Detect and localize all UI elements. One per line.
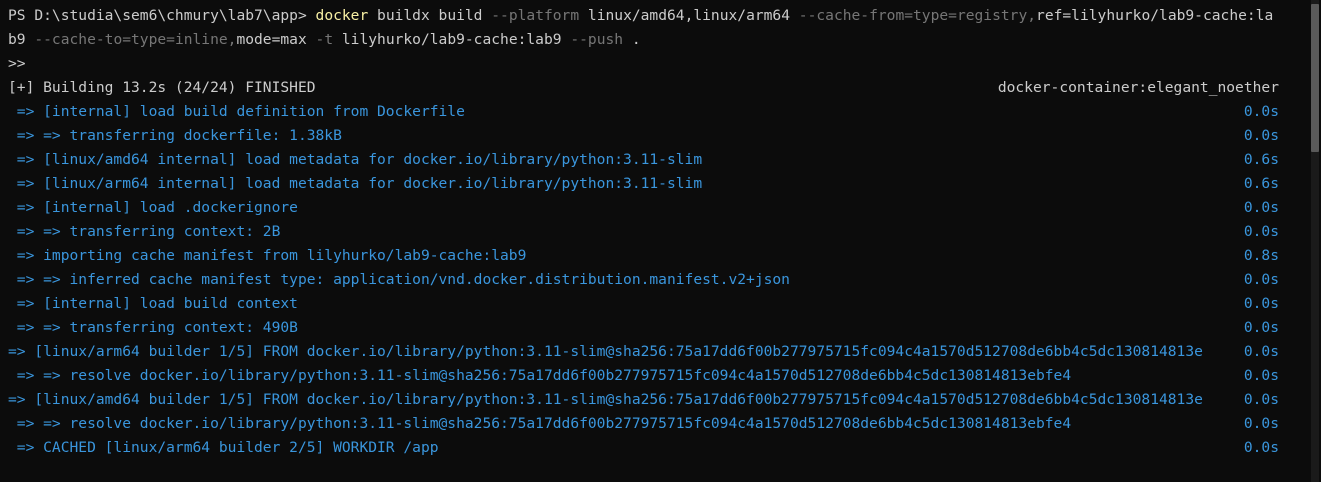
build-status-header: [+] Building 13.2s (24/24) FINISHED dock… <box>8 76 1297 100</box>
build-step-text: => [linux/amd64 internal] load metadata … <box>8 151 703 168</box>
build-step-row: => => resolve docker.io/library/python:3… <box>8 364 1297 388</box>
flag-platform: --platform <box>491 7 580 24</box>
build-step-time: 0.0s <box>1243 319 1279 336</box>
build-step-text: => => resolve docker.io/library/python:3… <box>8 367 1072 384</box>
build-step-row: => => resolve docker.io/library/python:3… <box>8 412 1297 436</box>
build-step-row: => CACHED [linux/arm64 builder 2/5] WORK… <box>8 436 1297 460</box>
build-step-row: => [linux/arm64 internal] load metadata … <box>8 172 1297 196</box>
build-step-text: => [internal] load build context <box>8 295 298 312</box>
prompt: PS D:\studia\sem6\chmury\lab7\app> <box>8 7 316 24</box>
terminal-window[interactable]: PS D:\studia\sem6\chmury\lab7\app> docke… <box>0 0 1321 482</box>
ref-continuation: b9 <box>8 31 26 48</box>
build-step-text: => => inferred cache manifest type: appl… <box>8 271 790 288</box>
build-step-time: 0.0s <box>1243 391 1279 408</box>
build-step-text: => => transferring dockerfile: 1.38kB <box>8 127 342 144</box>
build-step-time: 0.0s <box>1243 367 1279 384</box>
build-step-time: 0.0s <box>1243 103 1279 120</box>
flag-push: --push <box>570 31 632 48</box>
build-step-row: => => transferring context: 490B 0.0s <box>8 316 1297 340</box>
build-step-text: => CACHED [linux/arm64 builder 2/5] WORK… <box>8 439 439 456</box>
build-step-text: => => resolve docker.io/library/python:3… <box>8 415 1072 432</box>
build-context-dot: . <box>631 31 641 48</box>
flag-tag: -t <box>315 31 342 48</box>
flag-cache-to: --cache-to=type=inline, <box>25 31 237 48</box>
command-line-2: b9 --cache-to=type=inline,mode=max -t li… <box>8 28 1297 52</box>
build-step-text: => [linux/arm64 builder 1/5] FROM docker… <box>8 343 1203 360</box>
build-step-row: => [linux/amd64 internal] load metadata … <box>8 148 1297 172</box>
continuation-prompt: >> <box>8 55 26 72</box>
build-step-row: => [internal] load build context 0.0s <box>8 292 1297 316</box>
build-step-row: => [linux/arm64 builder 1/5] FROM docker… <box>8 340 1297 364</box>
build-step-time: 0.8s <box>1243 247 1279 264</box>
build-step-text: => => transferring context: 490B <box>8 319 298 336</box>
build-step-text: => [internal] load .dockerignore <box>8 199 298 216</box>
build-step-time: 0.0s <box>1243 127 1279 144</box>
cache-to-mode: mode=max <box>236 31 316 48</box>
build-step-text: => [linux/amd64 builder 1/5] FROM docker… <box>8 391 1203 408</box>
build-step-row: => [internal] load build definition from… <box>8 100 1297 124</box>
command-subcmd: buildx build <box>368 7 492 24</box>
build-step-text: => => transferring context: 2B <box>8 223 281 240</box>
build-step-row: => => transferring context: 2B 0.0s <box>8 220 1297 244</box>
build-step-row: => => inferred cache manifest type: appl… <box>8 268 1297 292</box>
build-step-time: 0.0s <box>1243 271 1279 288</box>
build-step-text: => [internal] load build definition from… <box>8 103 465 120</box>
tag-value: lilyhurko/lab9-cache:lab9 <box>341 31 571 48</box>
build-step-row: => [linux/amd64 builder 1/5] FROM docker… <box>8 388 1297 412</box>
build-step-row: => [internal] load .dockerignore 0.0s <box>8 196 1297 220</box>
build-status: [+] Building 13.2s (24/24) FINISHED <box>8 79 316 96</box>
build-step-text: => [linux/arm64 internal] load metadata … <box>8 175 703 192</box>
cache-from-ref: ref=lilyhurko/lab9-cache:la <box>1036 7 1274 24</box>
build-step-time: 0.6s <box>1243 175 1279 192</box>
build-step-time: 0.0s <box>1243 415 1279 432</box>
build-step-row: => importing cache manifest from lilyhur… <box>8 244 1297 268</box>
build-step-time: 0.0s <box>1243 343 1279 360</box>
build-step-time: 0.0s <box>1243 439 1279 456</box>
build-steps-list: => [internal] load build definition from… <box>8 100 1297 460</box>
build-step-time: 0.0s <box>1243 295 1279 312</box>
flag-cache-from: --cache-from=type=registry, <box>798 7 1037 24</box>
command-line-1: PS D:\studia\sem6\chmury\lab7\app> docke… <box>8 4 1297 28</box>
command-exe: docker <box>315 7 369 24</box>
build-step-time: 0.0s <box>1243 199 1279 216</box>
builder-name: docker-container:elegant_noether <box>997 79 1279 96</box>
build-step-row: => => transferring dockerfile: 1.38kB 0.0… <box>8 124 1297 148</box>
vertical-scrollbar[interactable] <box>1311 0 1319 482</box>
build-step-text: => importing cache manifest from lilyhur… <box>8 247 527 264</box>
build-step-time: 0.6s <box>1243 151 1279 168</box>
build-step-time: 0.0s <box>1243 223 1279 240</box>
scrollbar-thumb[interactable] <box>1311 4 1319 152</box>
platform-value: linux/amd64,linux/arm64 <box>579 7 799 24</box>
